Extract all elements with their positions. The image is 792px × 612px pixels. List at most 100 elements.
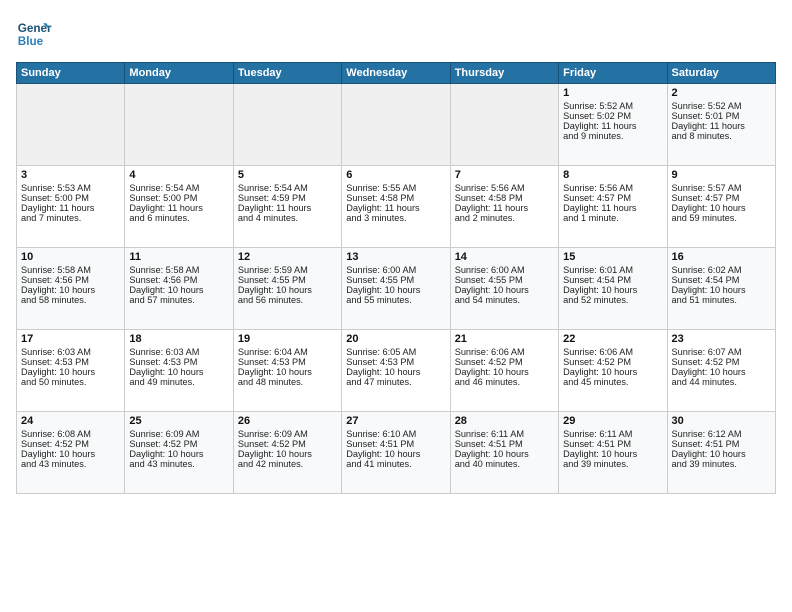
cell-text: Daylight: 10 hours [129,367,228,377]
cell-text: Daylight: 10 hours [238,285,337,295]
cell-week2-day3: 5Sunrise: 5:54 AMSunset: 4:59 PMDaylight… [233,166,341,248]
cell-text: Sunset: 5:00 PM [21,193,120,203]
day-number: 4 [129,169,228,181]
cell-week1-day5 [450,84,558,166]
calendar-header-row: SundayMondayTuesdayWednesdayThursdayFrid… [17,63,776,84]
cell-week4-day4: 20Sunrise: 6:05 AMSunset: 4:53 PMDayligh… [342,330,450,412]
cell-text: Sunrise: 6:08 AM [21,429,120,439]
cell-text: and 43 minutes. [129,459,228,469]
cell-text: Sunset: 4:56 PM [129,275,228,285]
cell-text: Sunrise: 6:11 AM [563,429,662,439]
day-number: 14 [455,251,554,263]
cell-text: Sunset: 4:53 PM [129,357,228,367]
cell-text: Sunset: 4:54 PM [563,275,662,285]
cell-text: Daylight: 10 hours [672,449,771,459]
day-number: 10 [21,251,120,263]
cell-week5-day4: 27 Sunrise: 6:10 AMSunset: 4:51 PMDayligh… [342,412,450,494]
cell-text: and 54 minutes. [455,295,554,305]
day-number: 22 [563,333,662,345]
day-number: 2 [672,87,771,99]
col-header-saturday: Saturday [667,63,775,84]
cell-week4-day2: 18Sunrise: 6:03 AMSunset: 4:53 PMDayligh… [125,330,233,412]
cell-text: and 59 minutes. [672,213,771,223]
cell-text: Daylight: 10 hours [455,449,554,459]
cell-text: Daylight: 10 hours [21,367,120,377]
cell-week5-day7: 30Sunrise: 6:12 AMSunset: 4:51 PMDayligh… [667,412,775,494]
cell-text: Sunrise: 5:57 AM [672,183,771,193]
cell-text: Daylight: 10 hours [238,449,337,459]
cell-text: Daylight: 11 hours [672,121,771,131]
cell-text: Sunset: 5:01 PM [672,111,771,121]
day-number: 16 [672,251,771,263]
col-header-wednesday: Wednesday [342,63,450,84]
cell-text: Sunset: 4:52 PM [21,439,120,449]
cell-text: and 7 minutes. [21,213,120,223]
cell-week5-day3: 26Sunrise: 6:09 AMSunset: 4:52 PMDayligh… [233,412,341,494]
cell-text: Sunset: 5:00 PM [129,193,228,203]
cell-text: and 39 minutes. [672,459,771,469]
cell-week5-day1: 24Sunrise: 6:08 AMSunset: 4:52 PMDayligh… [17,412,125,494]
logo-icon: General Blue [16,16,52,52]
cell-text: and 49 minutes. [129,377,228,387]
cell-text: Daylight: 10 hours [129,449,228,459]
col-header-thursday: Thursday [450,63,558,84]
day-number: 26 [238,415,337,427]
col-header-sunday: Sunday [17,63,125,84]
cell-week1-day1 [17,84,125,166]
cell-week4-day6: 22Sunrise: 6:06 AMSunset: 4:52 PMDayligh… [559,330,667,412]
cell-week5-day2: 25Sunrise: 6:09 AMSunset: 4:52 PMDayligh… [125,412,233,494]
cell-text: Sunrise: 6:06 AM [455,347,554,357]
cell-text: Sunset: 4:54 PM [672,275,771,285]
cell-text: Daylight: 10 hours [21,449,120,459]
cell-text: Daylight: 10 hours [21,285,120,295]
cell-week2-day1: 3Sunrise: 5:53 AMSunset: 5:00 PMDaylight… [17,166,125,248]
cell-week5-day5: 28Sunrise: 6:11 AMSunset: 4:51 PMDayligh… [450,412,558,494]
cell-week3-day6: 15Sunrise: 6:01 AMSunset: 4:54 PMDayligh… [559,248,667,330]
day-number: 29 [563,415,662,427]
calendar-body: 1Sunrise: 5:52 AMSunset: 5:02 PMDaylight… [17,84,776,494]
day-number: 7 [455,169,554,181]
cell-text: and 6 minutes. [129,213,228,223]
cell-text: and 3 minutes. [346,213,445,223]
cell-week3-day2: 11Sunrise: 5:58 AMSunset: 4:56 PMDayligh… [125,248,233,330]
cell-text: Sunrise: 5:52 AM [672,101,771,111]
cell-text: Sunrise: 6:07 AM [672,347,771,357]
cell-text: Daylight: 11 hours [21,203,120,213]
day-number: 11 [129,251,228,263]
day-number: 12 [238,251,337,263]
cell-text: Sunset: 4:57 PM [672,193,771,203]
cell-text: Daylight: 10 hours [672,203,771,213]
cell-text: Daylight: 11 hours [563,203,662,213]
cell-text: Daylight: 10 hours [455,367,554,377]
day-number: 8 [563,169,662,181]
cell-text: Sunrise: 6:10 AM [346,429,445,439]
cell-text: and 8 minutes. [672,131,771,141]
cell-text: Sunset: 4:55 PM [346,275,445,285]
cell-week3-day5: 14Sunrise: 6:00 AMSunset: 4:55 PMDayligh… [450,248,558,330]
cell-week3-day4: 13Sunrise: 6:00 AMSunset: 4:55 PMDayligh… [342,248,450,330]
cell-text: Sunrise: 6:01 AM [563,265,662,275]
cell-text: Daylight: 10 hours [346,449,445,459]
cell-text: Daylight: 10 hours [672,285,771,295]
cell-text: and 39 minutes. [563,459,662,469]
cell-text: Sunrise: 5:58 AM [21,265,120,275]
cell-text: and 45 minutes. [563,377,662,387]
cell-text: Daylight: 11 hours [129,203,228,213]
day-number: 27 [346,415,445,427]
cell-text: Sunrise: 5:53 AM [21,183,120,193]
cell-text: Sunrise: 6:03 AM [21,347,120,357]
cell-text: and 58 minutes. [21,295,120,305]
day-number: 20 [346,333,445,345]
cell-text: Daylight: 10 hours [238,367,337,377]
cell-text: Sunrise: 6:02 AM [672,265,771,275]
cell-text: and 47 minutes. [346,377,445,387]
cell-text: Sunrise: 6:04 AM [238,347,337,357]
cell-text: Daylight: 10 hours [563,367,662,377]
calendar-table: SundayMondayTuesdayWednesdayThursdayFrid… [16,62,776,494]
cell-text: Sunset: 4:53 PM [238,357,337,367]
cell-text: and 52 minutes. [563,295,662,305]
day-number: 25 [129,415,228,427]
cell-text: Sunset: 4:51 PM [455,439,554,449]
cell-text: Daylight: 10 hours [455,285,554,295]
cell-text: Sunset: 4:51 PM [346,439,445,449]
